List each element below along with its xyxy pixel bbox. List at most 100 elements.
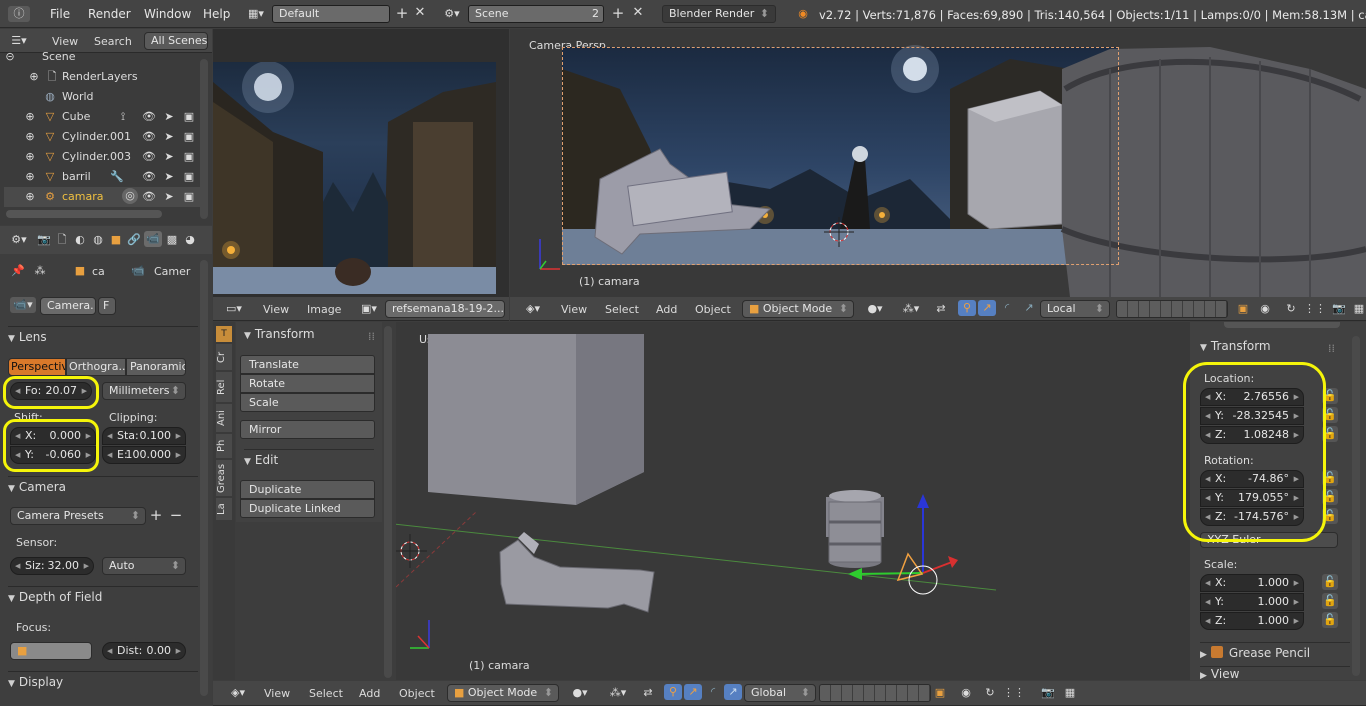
manipulator-toggle-icon[interactable]: ⇄ bbox=[639, 685, 657, 701]
np-grease-pencil-header[interactable]: ▶ Grease Pencil bbox=[1200, 642, 1350, 662]
eye-icon[interactable]: 👁 bbox=[142, 189, 156, 205]
proportional-edit-icon[interactable]: ◉ bbox=[1256, 301, 1274, 317]
outliner-row-scene[interactable]: ⊝ Scene bbox=[4, 47, 200, 67]
close-scene-icon[interactable]: ✕ bbox=[630, 5, 646, 21]
render-icon[interactable]: ▣ bbox=[182, 149, 196, 165]
shading-sphere-icon[interactable]: ●▾ bbox=[862, 301, 888, 317]
expand-icon[interactable]: ⊕ bbox=[24, 129, 36, 145]
cv-view-menu[interactable]: View bbox=[561, 303, 587, 316]
camera-viewport[interactable]: Camera Persp (1) camara bbox=[510, 29, 1366, 297]
properties-vscroll[interactable] bbox=[200, 260, 208, 696]
scene-tab-icon[interactable]: ◐ bbox=[72, 232, 88, 248]
vp-add-menu[interactable]: Add bbox=[359, 687, 380, 700]
fake-user-button[interactable]: F bbox=[98, 297, 116, 315]
orientation-icon[interactable]: ↗ bbox=[1020, 300, 1038, 316]
cv-mode-select[interactable]: ■ Object Mode ⬍ bbox=[742, 300, 854, 318]
render-preview-icon[interactable]: 📷 bbox=[1330, 301, 1348, 317]
snap-target-icon[interactable]: ⋮⋮ bbox=[1304, 301, 1326, 317]
scene-icon[interactable]: ⚙▾ bbox=[440, 6, 464, 22]
outliner-row-cylinder003[interactable]: ⊕ ▽ Cylinder.003 👁 ➤ ▣ bbox=[4, 147, 200, 167]
clip-start-field[interactable]: ◀ Sta: 0.100 ▶ bbox=[102, 427, 186, 445]
tab-physics[interactable]: Ph bbox=[216, 434, 232, 458]
outliner-row-renderlayers[interactable]: ⊕ 🗋 RenderLayers bbox=[4, 67, 200, 87]
image-browse-icon[interactable]: ▣▾ bbox=[357, 301, 381, 317]
ts-transform-header[interactable]: ▼ Transform bbox=[244, 324, 374, 344]
grease-pencil-checkbox[interactable] bbox=[1210, 646, 1223, 658]
lock-scale-y-icon[interactable]: 🔓 bbox=[1322, 593, 1338, 609]
orientation-icon[interactable]: ↗ bbox=[724, 684, 742, 700]
vp-object-menu[interactable]: Object bbox=[399, 687, 435, 700]
rotate-button[interactable]: Rotate bbox=[240, 374, 375, 393]
add-preset-icon[interactable]: + bbox=[148, 507, 164, 523]
camera-data-tab-icon[interactable]: 📹 bbox=[144, 231, 162, 247]
cursor-select-icon[interactable]: ➤ bbox=[162, 129, 176, 145]
layer-buttons[interactable] bbox=[819, 684, 931, 702]
sensor-size-field[interactable]: ◀ Siz: 32.00 ▶ bbox=[10, 557, 94, 575]
remove-preset-icon[interactable]: − bbox=[168, 507, 184, 523]
scene-field[interactable]: Scene 2 bbox=[468, 5, 604, 23]
rotate-manipulator-icon[interactable]: ↗ bbox=[684, 684, 702, 700]
outliner-vscroll[interactable] bbox=[200, 59, 208, 219]
eye-icon[interactable]: 👁 bbox=[142, 149, 156, 165]
scale-x-field[interactable]: ◀ X: 1.000 ▶ bbox=[1200, 574, 1304, 592]
scale-manipulator-icon[interactable]: ◜ bbox=[998, 300, 1016, 316]
lens-unit-select[interactable]: Millimeters ⬍ bbox=[102, 382, 186, 400]
editor-type-icon[interactable]: ◈▾ bbox=[520, 301, 546, 317]
camera-datablock-name[interactable]: Camera. bbox=[40, 297, 96, 315]
tab-create[interactable]: Cr bbox=[216, 344, 232, 370]
sensor-fit-select[interactable]: Auto ⬍ bbox=[102, 557, 186, 575]
snap-icon[interactable]: ↻ bbox=[1282, 301, 1300, 317]
drag-handle-icon[interactable]: ⁞⁞ bbox=[368, 330, 375, 343]
tab-animation[interactable]: Ani bbox=[216, 404, 232, 432]
add-screen-icon[interactable]: + bbox=[394, 5, 410, 21]
screen-layout-icon[interactable]: ▦▾ bbox=[244, 6, 268, 22]
info-icon[interactable]: ⓘ bbox=[8, 6, 30, 22]
manipulator-toggle-icon[interactable]: ⇄ bbox=[932, 301, 950, 317]
layer-lock-icon[interactable]: ▣ bbox=[931, 685, 949, 701]
add-scene-icon[interactable]: + bbox=[610, 5, 626, 21]
image-name-field[interactable]: refsemana18-19-2... bbox=[385, 300, 505, 318]
tab-relations[interactable]: Rel bbox=[216, 372, 232, 402]
vp-mode-select[interactable]: ■ Object Mode ⬍ bbox=[447, 684, 559, 702]
outliner-hscroll[interactable] bbox=[6, 210, 162, 218]
cv-add-menu[interactable]: Add bbox=[656, 303, 677, 316]
pin-icon[interactable]: 📌 bbox=[10, 263, 26, 279]
camera-presets-select[interactable]: Camera Presets ⬍ bbox=[10, 507, 146, 525]
tab-layers[interactable]: La bbox=[216, 498, 232, 520]
menu-file[interactable]: File bbox=[50, 0, 70, 28]
cursor-select-icon[interactable]: ➤ bbox=[162, 189, 176, 205]
eye-icon[interactable]: 👁 bbox=[142, 109, 156, 125]
menu-window[interactable]: Window bbox=[144, 0, 191, 28]
close-screen-icon[interactable]: ✕ bbox=[412, 5, 428, 21]
lock-scale-z-icon[interactable]: 🔓 bbox=[1322, 612, 1338, 628]
cursor-select-icon[interactable]: ➤ bbox=[162, 149, 176, 165]
duplicate-linked-button[interactable]: Duplicate Linked bbox=[240, 499, 375, 518]
translate-manipulator-icon[interactable]: ⚲ bbox=[958, 300, 976, 316]
properties-editor-icon[interactable]: ⚙▾ bbox=[8, 232, 30, 248]
perspective-tab[interactable]: Perspectiv bbox=[8, 358, 66, 376]
render-preview-icon[interactable]: 📷 bbox=[1039, 685, 1057, 701]
display-panel-header[interactable]: ▼ Display bbox=[8, 671, 198, 691]
physics-tab-icon[interactable]: ◕ bbox=[182, 232, 198, 248]
pivot-icon[interactable]: ⁂▾ bbox=[898, 301, 924, 317]
editor-type-icon[interactable]: ◈▾ bbox=[225, 685, 251, 701]
scale-z-field[interactable]: ◀ Z: 1.000 ▶ bbox=[1200, 612, 1304, 630]
clip-end-field[interactable]: ◀ E: 100.000 ▶ bbox=[102, 446, 186, 464]
expand-icon[interactable]: ⊕ bbox=[24, 169, 36, 185]
ts-edit-header[interactable]: ▼ Edit bbox=[244, 449, 374, 469]
vp-orientation-select[interactable]: Global ⬍ bbox=[744, 684, 816, 702]
scale-manipulator-icon[interactable]: ◜ bbox=[704, 684, 722, 700]
eye-icon[interactable]: 👁 bbox=[142, 129, 156, 145]
dof-panel-header[interactable]: ▼ Depth of Field bbox=[8, 586, 198, 606]
screen-layout-field[interactable]: Default bbox=[272, 5, 390, 23]
scale-button[interactable]: Scale bbox=[240, 393, 375, 412]
lock-scale-x-icon[interactable]: 🔓 bbox=[1322, 574, 1338, 590]
cv-orientation-select[interactable]: Local ⬍ bbox=[1040, 300, 1110, 318]
vp-view-menu[interactable]: View bbox=[264, 687, 290, 700]
render-icon[interactable]: ▣ bbox=[182, 169, 196, 185]
render-icon[interactable]: ▣ bbox=[182, 189, 196, 205]
camera-panel-header[interactable]: ▼ Camera bbox=[8, 476, 198, 496]
cursor-select-icon[interactable]: ➤ bbox=[162, 109, 176, 125]
image-view-menu[interactable]: View bbox=[263, 303, 289, 316]
renderlayers-tab-icon[interactable]: 🗋 bbox=[54, 232, 70, 248]
